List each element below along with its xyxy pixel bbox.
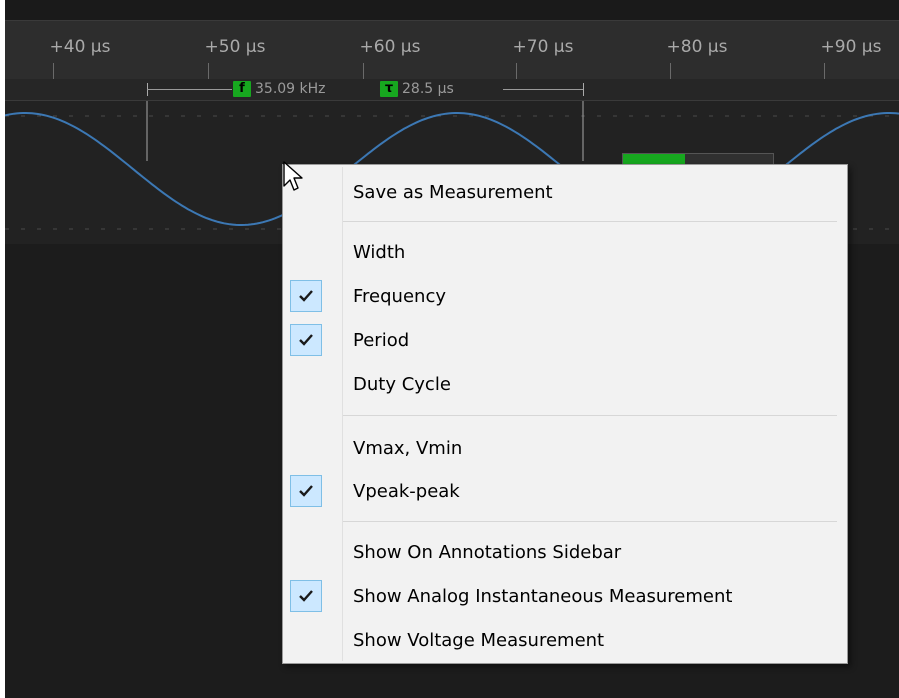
- menu-item-show-voltage-measurement[interactable]: Show Voltage Measurement: [285, 621, 843, 661]
- measurement-line: [147, 89, 232, 90]
- menu-item-vmax-vmin[interactable]: Vmax, Vmin: [285, 429, 843, 469]
- mouse-cursor-icon: [283, 161, 303, 191]
- tick-mark: [208, 63, 209, 79]
- period-value: 28.5 µs: [402, 81, 454, 97]
- menu-item-label: Duty Cycle: [353, 374, 451, 395]
- menu-separator: [343, 221, 837, 222]
- menu-separator: [343, 415, 837, 416]
- menu-item-show-analog-instantaneous-measurement[interactable]: Show Analog Instantaneous Measurement: [285, 577, 843, 617]
- time-ruler[interactable]: +40 µs +50 µs +60 µs +70 µs +80 µs +90 µ…: [5, 20, 899, 80]
- tick-label: +50 µs: [204, 37, 266, 57]
- tick-label: +90 µs: [820, 37, 882, 57]
- menu-item-period[interactable]: Period: [285, 321, 843, 361]
- frequency-tag: f: [233, 81, 251, 97]
- measurement-line: [503, 89, 583, 90]
- tick-label: +60 µs: [359, 37, 421, 57]
- measurement-context-menu: Save as Measurement Width Frequency Peri…: [282, 164, 848, 664]
- menu-item-label: Vmax, Vmin: [353, 438, 463, 459]
- menu-item-label: Show Analog Instantaneous Measurement: [353, 586, 733, 607]
- tick-mark: [53, 63, 54, 79]
- menu-item-label: Show Voltage Measurement: [353, 630, 605, 651]
- menu-item-width[interactable]: Width: [285, 233, 843, 273]
- menu-item-label: Width: [353, 242, 406, 263]
- menu-item-label: Period: [353, 330, 410, 351]
- checkmark-icon: [290, 475, 322, 507]
- menu-item-label: Vpeak-peak: [353, 481, 460, 502]
- tick-label: +70 µs: [512, 37, 574, 57]
- menu-item-save-as-measurement[interactable]: Save as Measurement: [285, 173, 843, 213]
- menu-item-label: Frequency: [353, 286, 446, 307]
- menu-separator: [343, 521, 837, 522]
- measurement-end-cap: [583, 83, 584, 96]
- menu-item-frequency[interactable]: Frequency: [285, 277, 843, 317]
- frequency-value: 35.09 kHz: [255, 81, 326, 97]
- menu-item-show-on-annotations-sidebar[interactable]: Show On Annotations Sidebar: [285, 533, 843, 573]
- tick-mark: [363, 63, 364, 79]
- menu-item-label: Show On Annotations Sidebar: [353, 542, 622, 563]
- tick-mark: [670, 63, 671, 79]
- period-tag: τ: [380, 81, 398, 97]
- measurement-bar[interactable]: f 35.09 kHz τ 28.5 µs: [5, 79, 899, 101]
- checkmark-icon: [290, 280, 322, 312]
- title-strip: [5, 0, 899, 20]
- checkmark-icon: [290, 324, 322, 356]
- menu-item-label: Save as Measurement: [353, 182, 553, 203]
- tick-mark: [824, 63, 825, 79]
- checkmark-icon: [290, 580, 322, 612]
- tick-label: +40 µs: [49, 37, 111, 57]
- tick-mark: [516, 63, 517, 79]
- menu-item-duty-cycle[interactable]: Duty Cycle: [285, 365, 843, 405]
- tick-label: +80 µs: [666, 37, 728, 57]
- menu-item-vpeak-peak[interactable]: Vpeak-peak: [285, 472, 843, 512]
